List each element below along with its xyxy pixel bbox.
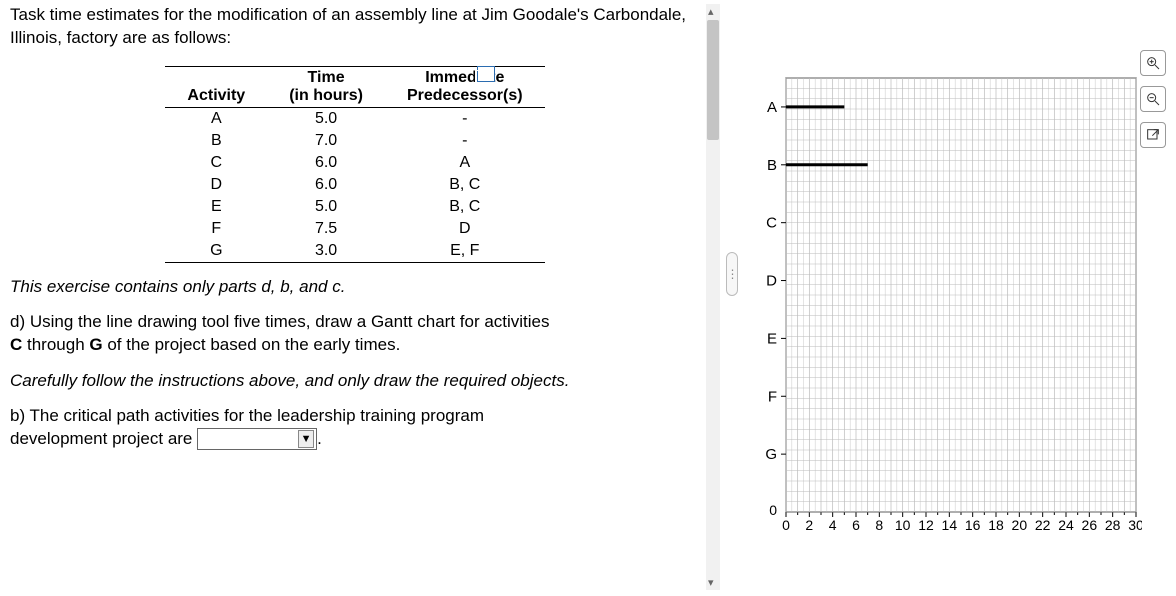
svg-text:8: 8 <box>875 517 883 533</box>
svg-text:F: F <box>768 388 777 405</box>
col-time: Time(in hours) <box>267 66 385 107</box>
popout-table-icon[interactable] <box>477 66 495 82</box>
svg-text:26: 26 <box>1082 517 1098 533</box>
svg-text:D: D <box>766 273 777 290</box>
panel-resize-handle[interactable]: ⋮ <box>726 252 738 296</box>
zoom-out-button[interactable] <box>1140 86 1166 112</box>
col-activity: Activity <box>165 66 267 107</box>
external-icon <box>1145 127 1161 143</box>
svg-text:E: E <box>767 330 777 347</box>
svg-text:16: 16 <box>965 517 981 533</box>
svg-text:A: A <box>767 99 777 116</box>
activity-table: Activity Time(in hours) ImmediatePredece… <box>165 66 544 263</box>
zoom-in-icon <box>1145 55 1161 71</box>
svg-text:30: 30 <box>1128 517 1142 533</box>
gantt-chart-canvas[interactable]: ABCDEFG0024681012141618202224262830 <box>758 76 1142 536</box>
svg-text:22: 22 <box>1035 517 1051 533</box>
table-row: G3.0E, F <box>165 240 544 263</box>
table-row: F7.5D <box>165 218 544 240</box>
critical-path-select[interactable]: ▼ <box>197 428 317 450</box>
table-row: B7.0- <box>165 130 544 152</box>
table-row: D6.0B, C <box>165 174 544 196</box>
svg-text:C: C <box>766 215 777 232</box>
svg-text:B: B <box>767 157 777 174</box>
table-row: C6.0A <box>165 152 544 174</box>
svg-text:0: 0 <box>769 502 777 518</box>
svg-text:4: 4 <box>829 517 837 533</box>
table-row: E5.0B, C <box>165 196 544 218</box>
zoom-out-icon <box>1145 91 1161 107</box>
svg-text:6: 6 <box>852 517 860 533</box>
svg-text:0: 0 <box>782 517 790 533</box>
svg-text:G: G <box>765 446 777 463</box>
exercise-scope-note: This exercise contains only parts d, b, … <box>10 277 700 297</box>
part-d-prompt: d) Using the line drawing tool five time… <box>10 311 700 357</box>
svg-text:28: 28 <box>1105 517 1121 533</box>
fullscreen-button[interactable] <box>1140 122 1166 148</box>
svg-text:2: 2 <box>805 517 813 533</box>
col-pred: ImmediatePredecessor(s) <box>385 66 545 107</box>
svg-text:14: 14 <box>942 517 958 533</box>
scroll-down-icon[interactable]: ▾ <box>708 576 714 589</box>
svg-text:20: 20 <box>1012 517 1028 533</box>
zoom-in-button[interactable] <box>1140 50 1166 76</box>
chevron-down-icon: ▼ <box>298 430 314 448</box>
svg-text:24: 24 <box>1058 517 1074 533</box>
care-note: Carefully follow the instructions above,… <box>10 371 700 391</box>
intro-text: Task time estimates for the modification… <box>10 4 700 50</box>
scroll-up-icon[interactable]: ▴ <box>708 5 714 18</box>
scroll-thumb[interactable] <box>707 20 719 140</box>
left-scrollbar[interactable]: ▴ ▾ <box>706 4 720 590</box>
svg-text:12: 12 <box>918 517 934 533</box>
part-b-prompt: b) The critical path activities for the … <box>10 405 700 451</box>
svg-text:10: 10 <box>895 517 911 533</box>
svg-text:18: 18 <box>988 517 1004 533</box>
table-row: A5.0- <box>165 107 544 130</box>
